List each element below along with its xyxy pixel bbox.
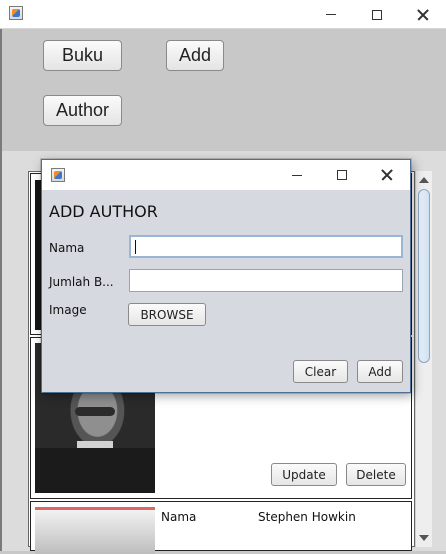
java-cup-icon [9, 6, 23, 20]
minimize-icon[interactable] [308, 0, 354, 29]
nama-input[interactable] [129, 235, 403, 258]
add-author-dialog: ADD AUTHOR Nama Jumlah B... Image BROWSE… [41, 159, 411, 393]
author-name-value: Stephen Howkin [258, 510, 356, 524]
author-photo [35, 507, 155, 554]
image-label: Image [49, 303, 87, 317]
list-scrollbar[interactable] [415, 171, 432, 547]
nama-label: Nama [161, 510, 197, 524]
jumlah-buku-label: Jumlah B... [49, 275, 114, 289]
dialog-title-bar [42, 160, 410, 190]
scroll-thumb[interactable] [418, 189, 430, 363]
text-caret [135, 240, 136, 254]
add-author-submit-button[interactable]: Add [357, 360, 403, 383]
clear-button[interactable]: Clear [293, 360, 348, 383]
scroll-down-icon[interactable] [419, 535, 429, 541]
minimize-icon[interactable] [274, 160, 319, 190]
close-icon[interactable] [364, 160, 409, 190]
update-button[interactable]: Update [271, 463, 337, 486]
author-button[interactable]: Author [43, 95, 122, 126]
buku-button[interactable]: Buku [43, 40, 122, 71]
dialog-heading: ADD AUTHOR [49, 202, 158, 221]
scroll-up-icon[interactable] [419, 177, 429, 183]
delete-button[interactable]: Delete [346, 463, 406, 486]
main-title-bar [0, 0, 446, 29]
browse-button[interactable]: BROWSE [128, 303, 206, 326]
nama-label: Nama [49, 241, 85, 255]
close-icon[interactable] [400, 0, 446, 29]
add-button[interactable]: Add [166, 40, 224, 71]
java-cup-icon [51, 168, 65, 182]
jumlah-buku-input[interactable] [129, 269, 403, 292]
maximize-icon[interactable] [354, 0, 400, 29]
maximize-icon[interactable] [319, 160, 364, 190]
